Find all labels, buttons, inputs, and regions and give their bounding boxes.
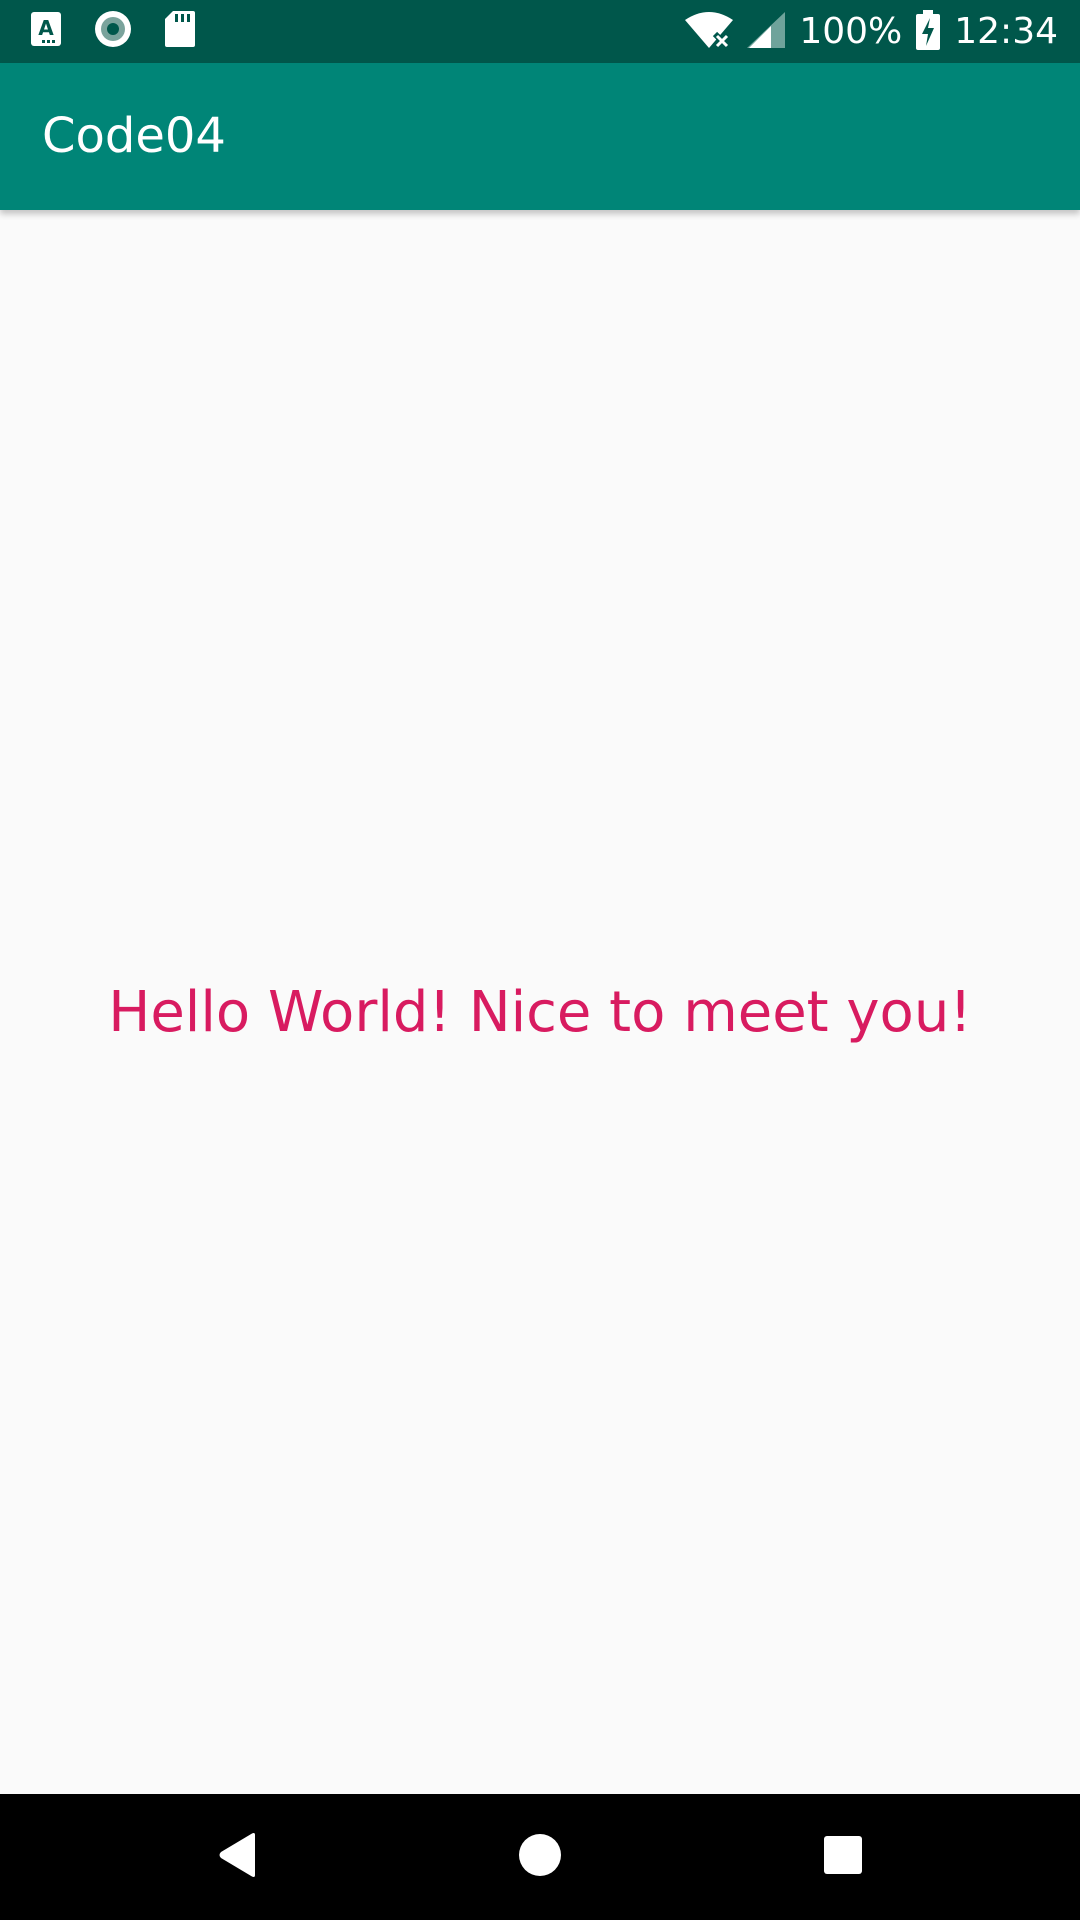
svg-text:A: A — [38, 16, 54, 40]
battery-percent: 100% — [799, 11, 903, 52]
app-title: Code04 — [42, 108, 226, 164]
back-icon — [215, 1831, 259, 1883]
sd-card-icon — [164, 10, 196, 52]
record-circle-icon — [94, 10, 132, 52]
navigation-bar — [0, 1794, 1080, 1920]
home-icon — [518, 1833, 562, 1881]
back-button[interactable] — [157, 1794, 317, 1920]
cell-signal-icon — [747, 11, 786, 52]
hello-message: Hello World! Nice to meet you! — [108, 980, 972, 1045]
font-a-icon: A — [30, 11, 62, 51]
app-bar: Code04 — [0, 63, 1080, 210]
battery-charging-icon — [916, 9, 941, 54]
main-content: Hello World! Nice to meet you! — [0, 210, 1080, 1794]
home-button[interactable] — [460, 1794, 620, 1920]
recents-button[interactable] — [763, 1794, 923, 1920]
status-right-icons: 100% 12:34 — [685, 0, 1058, 63]
recents-icon — [823, 1835, 863, 1879]
status-left-icons: A — [30, 10, 196, 52]
wifi-off-icon — [685, 11, 734, 52]
status-bar: A 100% 12:34 — [0, 0, 1080, 63]
clock: 12:34 — [954, 11, 1058, 52]
